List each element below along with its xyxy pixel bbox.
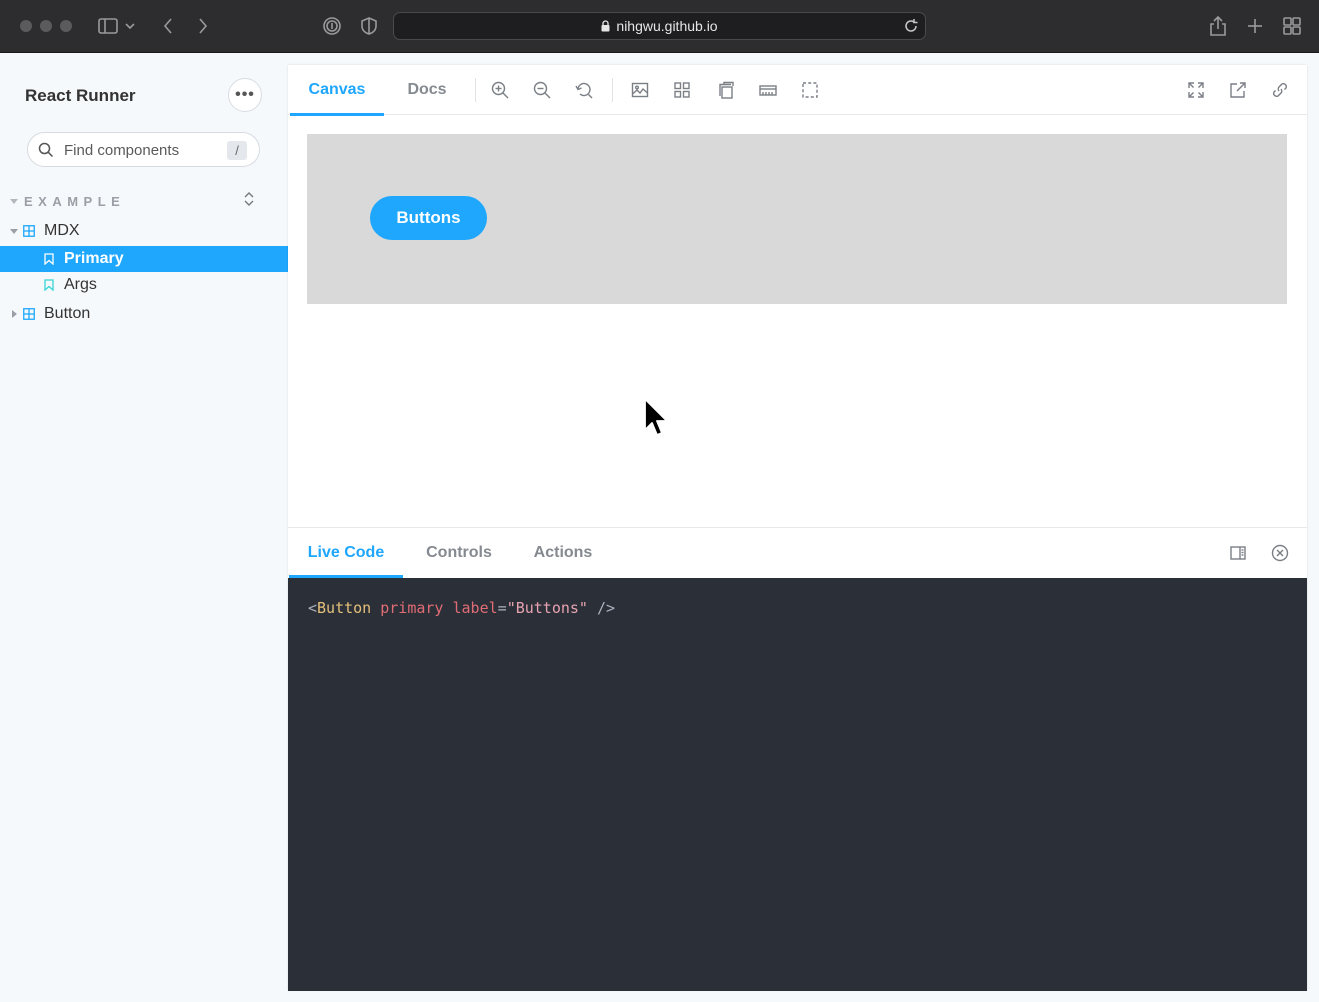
- group-label: EXAMPLE: [24, 193, 126, 209]
- code-line[interactable]: <Button primary label="Buttons" />: [308, 599, 615, 617]
- tree-item-label: MDX: [44, 222, 80, 239]
- tree-item-primary[interactable]: Primary: [0, 246, 288, 272]
- code-token-string: "Buttons": [506, 599, 588, 617]
- component-icon: [23, 225, 35, 237]
- sidebar: React Runner ••• / EXAMPLE MDX Primary: [0, 53, 288, 1002]
- tab-canvas[interactable]: Canvas: [290, 65, 384, 116]
- primary-story-button[interactable]: Buttons: [370, 196, 487, 240]
- code-token-tag: Button: [317, 599, 372, 617]
- url-text: nihgwu.github.io: [616, 18, 718, 34]
- addons-panel: Live Code Controls Actions <Button prima…: [288, 527, 1307, 991]
- lock-icon: [601, 20, 610, 32]
- bookmark-icon: [44, 253, 54, 265]
- zoom-in-icon[interactable]: [488, 78, 512, 102]
- code-token-attr-primary: primary: [380, 599, 444, 617]
- tab-controls[interactable]: Controls: [413, 528, 505, 578]
- more-icon: •••: [235, 86, 255, 103]
- search-shortcut-badge: /: [227, 141, 247, 160]
- close-panel-icon[interactable]: [1268, 541, 1292, 565]
- shield-icon[interactable]: [357, 14, 381, 38]
- tab-docs[interactable]: Docs: [392, 65, 462, 115]
- mouse-cursor-icon: [643, 398, 669, 447]
- new-tab-icon[interactable]: [1243, 14, 1267, 38]
- preview-toolbar: Canvas Docs: [288, 65, 1307, 116]
- tab-actions[interactable]: Actions: [520, 528, 606, 578]
- tab-overview-icon[interactable]: [1280, 14, 1304, 38]
- search-input[interactable]: [62, 139, 212, 161]
- copy-link-icon[interactable]: [1268, 78, 1292, 102]
- toolbar-divider: [475, 78, 476, 102]
- panel-orientation-icon[interactable]: [1226, 541, 1250, 565]
- bookmark-icon: [44, 279, 54, 291]
- expanded-caret-icon: [10, 229, 18, 234]
- background-icon[interactable]: [628, 78, 652, 102]
- window-minimize-button[interactable]: [40, 20, 52, 32]
- live-code-editor[interactable]: <Button primary label="Buttons" />: [288, 578, 1307, 991]
- code-token-close: />: [597, 599, 616, 617]
- address-bar[interactable]: nihgwu.github.io: [393, 12, 926, 40]
- measure-icon[interactable]: [756, 78, 780, 102]
- share-icon[interactable]: [1206, 14, 1230, 38]
- window-zoom-button[interactable]: [60, 20, 72, 32]
- chevron-down-icon[interactable]: [122, 14, 138, 38]
- password-manager-icon[interactable]: [320, 14, 344, 38]
- zoom-out-icon[interactable]: [530, 78, 554, 102]
- fullscreen-icon[interactable]: [1184, 78, 1208, 102]
- group-caret-icon: [10, 198, 18, 204]
- sidebar-toggle-icon[interactable]: [96, 14, 120, 38]
- tree-item-mdx[interactable]: MDX: [0, 218, 288, 244]
- browser-toolbar: nihgwu.github.io: [0, 0, 1319, 53]
- code-token-eq: =: [497, 599, 507, 617]
- grid-icon[interactable]: [670, 78, 694, 102]
- tree-item-button[interactable]: Button: [0, 301, 288, 327]
- tree-item-args[interactable]: Args: [0, 272, 288, 298]
- group-header-example[interactable]: EXAMPLE: [10, 193, 125, 209]
- back-icon[interactable]: [156, 14, 180, 38]
- collapsed-caret-icon: [12, 310, 17, 318]
- app-title: React Runner: [25, 86, 136, 105]
- component-icon: [23, 308, 35, 320]
- expand-collapse-icon[interactable]: [243, 191, 255, 207]
- tree-item-label: Args: [64, 276, 97, 293]
- viewport-icon[interactable]: [714, 78, 738, 102]
- search-field[interactable]: /: [27, 132, 260, 167]
- forward-icon[interactable]: [191, 14, 215, 38]
- tab-live-code[interactable]: Live Code: [289, 528, 403, 578]
- tree-item-label: Primary: [64, 250, 124, 267]
- reset-zoom-icon[interactable]: [572, 78, 596, 102]
- story-canvas: Buttons: [307, 134, 1287, 304]
- toolbar-divider: [612, 78, 613, 102]
- tree-item-label: Button: [44, 305, 91, 322]
- addons-tabbar: Live Code Controls Actions: [288, 528, 1307, 578]
- search-icon: [38, 142, 54, 158]
- reload-icon[interactable]: [903, 18, 919, 34]
- open-new-tab-icon[interactable]: [1226, 78, 1250, 102]
- sidebar-menu-button[interactable]: •••: [228, 78, 262, 112]
- code-token-open: <: [308, 599, 318, 617]
- window-close-button[interactable]: [20, 20, 32, 32]
- preview-panel: Canvas Docs Buttons Live Code Controls A…: [288, 65, 1307, 991]
- code-token-attr-label: label: [452, 599, 498, 617]
- outline-icon[interactable]: [798, 78, 822, 102]
